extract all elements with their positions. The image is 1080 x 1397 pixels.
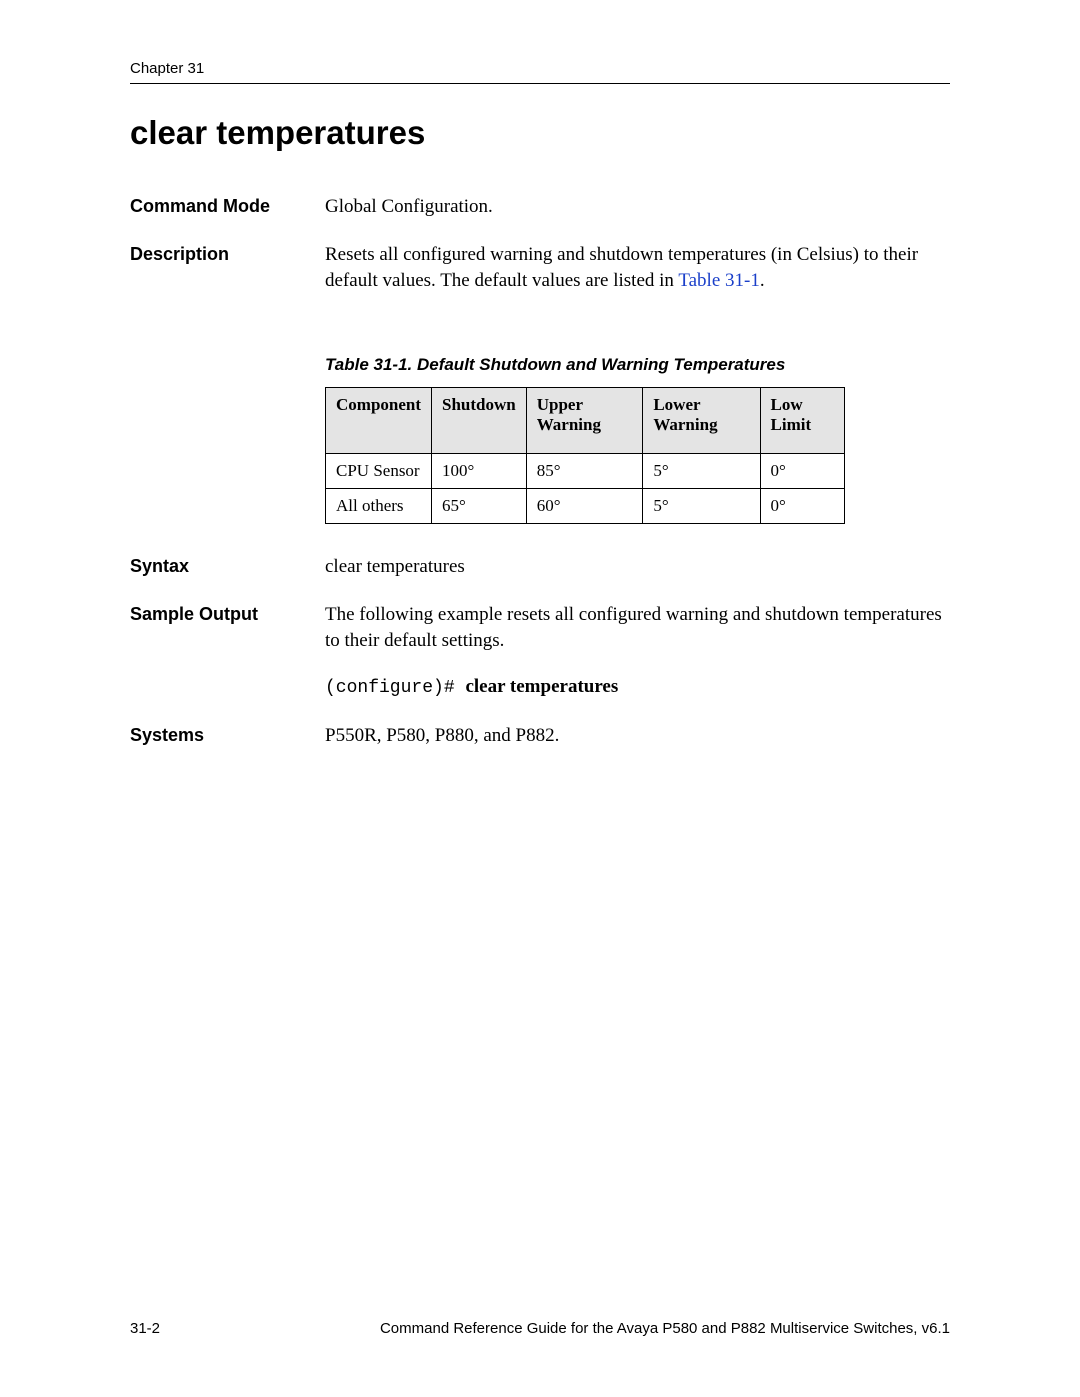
desc-after-link: . (760, 270, 765, 291)
text-sample-output: The following example resets all configu… (325, 602, 950, 701)
label-syntax: Syntax (130, 554, 325, 577)
page-title: clear temperatures (130, 114, 950, 152)
footer-page-number: 31-2 (130, 1320, 160, 1337)
page-content: Chapter 31 clear temperatures Command Mo… (0, 0, 1080, 749)
sample-command-line: (configure)# clear temperatures (325, 674, 950, 701)
cell: 0° (760, 453, 844, 488)
cell: 0° (760, 488, 844, 523)
text-command-mode: Global Configuration. (325, 194, 950, 220)
row-syntax: Syntax clear temperatures (130, 554, 950, 580)
row-command-mode: Command Mode Global Configuration. (130, 194, 950, 220)
th-shutdown: Shutdown (432, 387, 527, 453)
table-xref-link[interactable]: Table 31-1 (678, 270, 760, 291)
table-header-row: Component Shutdown Upper Warning Lower W… (326, 387, 845, 453)
th-low-limit: Low Limit (760, 387, 844, 453)
table-block: Table 31-1. Default Shutdown and Warning… (325, 355, 950, 524)
cell: 60° (526, 488, 643, 523)
desc-before-link: Resets all configured warning and shutdo… (325, 244, 918, 291)
cell: 5° (643, 453, 760, 488)
row-sample-output: Sample Output The following example rese… (130, 602, 950, 701)
text-systems: P550R, P580, P880, and P882. (325, 723, 950, 749)
label-description: Description (130, 242, 325, 265)
th-component: Component (326, 387, 432, 453)
command-text: clear temperatures (465, 676, 618, 697)
text-description: Resets all configured warning and shutdo… (325, 242, 950, 294)
temperature-table: Component Shutdown Upper Warning Lower W… (325, 387, 845, 524)
th-lower-warning: Lower Warning (643, 387, 760, 453)
cell: CPU Sensor (326, 453, 432, 488)
cell: 85° (526, 453, 643, 488)
prompt-text: (configure)# (325, 678, 465, 698)
table-caption: Table 31-1. Default Shutdown and Warning… (325, 355, 950, 375)
th-upper-warning: Upper Warning (526, 387, 643, 453)
cell: 65° (432, 488, 527, 523)
header-rule (130, 83, 950, 84)
table-row: All others 65° 60° 5° 0° (326, 488, 845, 523)
page-footer: 31-2 Command Reference Guide for the Ava… (130, 1320, 950, 1337)
cell: All others (326, 488, 432, 523)
cell: 5° (643, 488, 760, 523)
row-description: Description Resets all configured warnin… (130, 242, 950, 294)
text-syntax: clear temperatures (325, 554, 950, 580)
sample-output-desc: The following example resets all configu… (325, 604, 942, 651)
table-row: CPU Sensor 100° 85° 5° 0° (326, 453, 845, 488)
footer-doc-title: Command Reference Guide for the Avaya P5… (380, 1320, 950, 1337)
row-systems: Systems P550R, P580, P880, and P882. (130, 723, 950, 749)
label-systems: Systems (130, 723, 325, 746)
label-sample-output: Sample Output (130, 602, 325, 625)
chapter-label: Chapter 31 (130, 60, 950, 77)
cell: 100° (432, 453, 527, 488)
label-command-mode: Command Mode (130, 194, 325, 217)
